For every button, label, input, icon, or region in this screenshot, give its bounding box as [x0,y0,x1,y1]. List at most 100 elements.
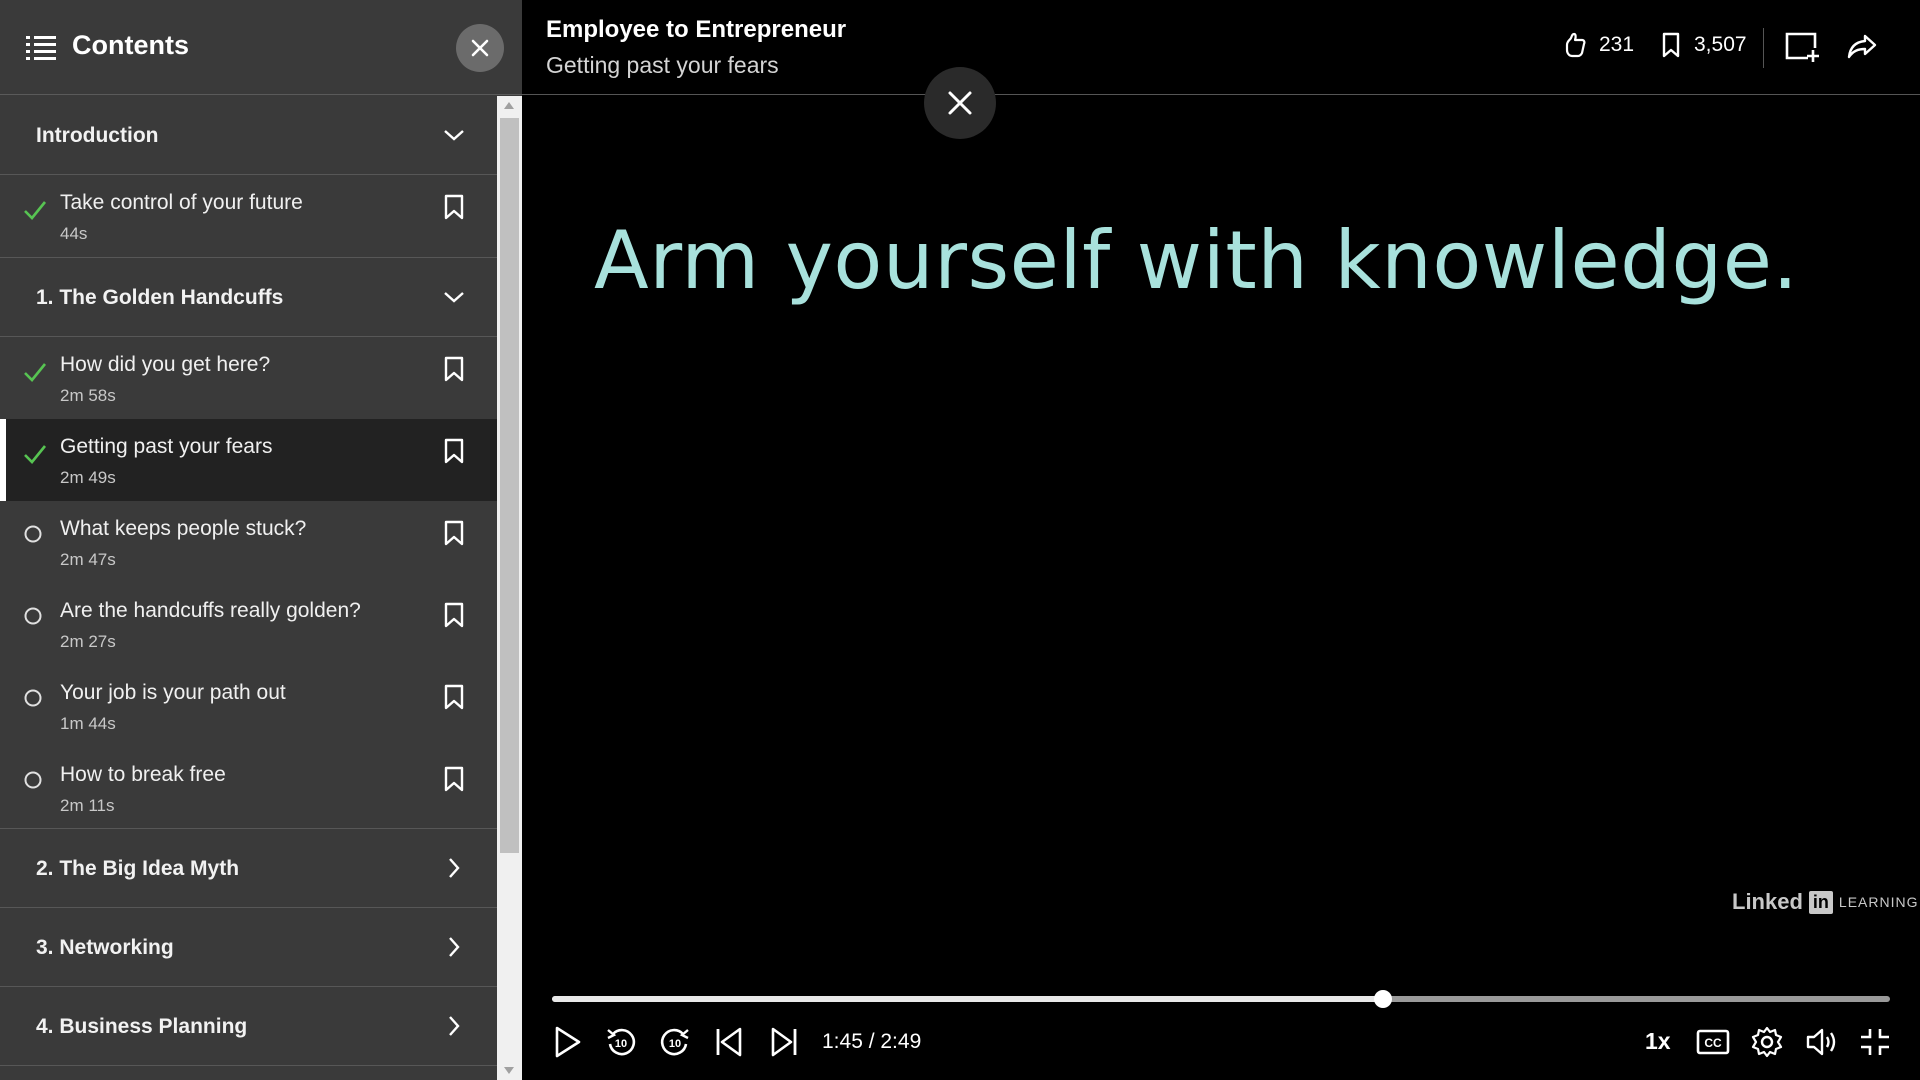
sidebar-title: Contents [72,30,189,60]
list-item-how-did-you-get-here[interactable]: How did you get here? 2m 58s [0,337,497,419]
section-label: 3. Networking [36,936,174,959]
svg-text:CC: CC [1704,1036,1722,1050]
check-icon [24,363,47,382]
playback-speed-button[interactable]: 1x [1645,1028,1671,1055]
section-business-planning[interactable]: 4. Business Planning [0,987,497,1066]
rewind-10-icon: 10 [607,1028,636,1056]
list-item-take-control[interactable]: Take control of your future 44s [0,175,497,258]
section-golden-handcuffs[interactable]: 1. The Golden Handcuffs [0,258,497,337]
list-item-how-to-break-free[interactable]: How to break free 2m 11s [0,747,497,829]
section-label: 1. The Golden Handcuffs [36,286,284,309]
exit-fullscreen-button[interactable] [1855,1020,1895,1064]
like-icon [1565,32,1586,58]
progress-bar[interactable] [552,990,1890,1008]
previous-icon [716,1027,742,1057]
item-duration: 2m 11s [60,796,115,815]
forward-10-icon: 10 [660,1028,689,1056]
course-title[interactable]: Employee to Entrepreneur [546,16,846,44]
bookmark-icon[interactable] [443,684,465,710]
circle-icon [24,689,42,707]
video-header: Employee to Entrepreneur Getting past yo… [522,0,1920,95]
item-title: Getting past your fears [60,435,273,458]
bookmark-icon[interactable] [443,438,465,464]
chevron-down-icon [444,130,464,141]
close-icon [948,91,972,115]
volume-icon [1806,1028,1836,1056]
circle-icon [24,771,42,789]
list-icon [26,36,56,60]
header-divider [1763,28,1764,68]
chevron-right-icon [449,1016,460,1036]
rewind-10-button[interactable]: 10 [601,1020,641,1064]
section-introduction[interactable]: Introduction [0,96,497,175]
captions-icon: CC [1696,1029,1730,1055]
next-icon [771,1027,797,1057]
item-duration: 2m 27s [60,632,116,651]
circle-icon [24,607,42,625]
previous-button[interactable] [709,1020,749,1064]
svg-text:10: 10 [615,1038,627,1050]
sidebar-header: Contents [0,0,522,95]
sidebar-scrollbar[interactable] [497,96,522,1080]
svg-text:10: 10 [669,1038,681,1050]
captions-button[interactable]: CC [1693,1020,1733,1064]
share-icon[interactable] [1844,30,1880,64]
list-item-getting-past-your-fears[interactable]: Getting past your fears 2m 49s [0,419,497,501]
chevron-down-icon [444,292,464,303]
section-big-idea-myth[interactable]: 2. The Big Idea Myth [0,829,497,908]
scroll-down-arrow[interactable] [504,1067,514,1074]
time-display: 1:45 / 2:49 [822,1030,922,1053]
play-button[interactable] [548,1020,588,1064]
save-button[interactable]: 3,507 [1658,32,1747,58]
section-networking[interactable]: 3. Networking [0,908,497,987]
bookmark-icon[interactable] [443,194,465,220]
chevron-right-icon [449,858,460,878]
item-duration: 2m 49s [60,468,116,487]
scrollbar-thumb[interactable] [500,118,519,853]
video-player[interactable]: Arm yourself with knowledge. Linked in L… [522,96,1920,1080]
item-title: Take control of your future [60,191,303,214]
like-button[interactable]: 231 [1563,32,1634,58]
progress-played [552,996,1383,1002]
item-duration: 2m 47s [60,550,116,569]
bookmark-icon[interactable] [443,766,465,792]
section-label: 2. The Big Idea Myth [36,857,240,880]
list-item-your-job-is-your-path-out[interactable]: Your job is your path out 1m 44s [0,665,497,747]
like-count: 231 [1599,33,1635,56]
close-sidebar-button[interactable] [456,24,504,72]
volume-button[interactable] [1802,1020,1842,1064]
circle-icon [24,525,42,543]
next-button[interactable] [764,1020,804,1064]
watermark-in: in [1808,890,1833,914]
settings-icon [1751,1026,1783,1058]
add-to-collection-icon[interactable] [1784,30,1820,64]
exit-fullscreen-icon [1861,1029,1889,1055]
watermark-learning: LEARNING [1838,894,1919,910]
check-icon [24,201,47,220]
bookmark-icon[interactable] [443,602,465,628]
chevron-right-icon [449,937,460,957]
bookmark-icon[interactable] [443,356,465,382]
forward-10-button[interactable]: 10 [655,1020,695,1064]
close-overlay-button[interactable] [924,67,996,139]
play-icon [555,1026,581,1058]
item-title: Are the handcuffs really golden? [60,599,361,622]
bookmark-icon[interactable] [443,520,465,546]
slide-text: Arm yourself with knowledge. [594,214,1799,307]
item-duration: 44s [60,224,88,243]
contents-sidebar: Contents Introduction Take control of yo… [0,0,522,1080]
item-title: How did you get here? [60,353,271,376]
section-label: Introduction [36,124,159,147]
bookmark-icon [1662,32,1680,58]
progress-scrubber[interactable] [1373,990,1392,1008]
linkedin-learning-watermark: Linked in LEARNING [1732,889,1918,915]
section-label: 4. Business Planning [36,1015,248,1038]
list-item-handcuffs-really-golden[interactable]: Are the handcuffs really golden? 2m 27s [0,583,497,665]
scroll-up-arrow[interactable] [504,102,514,109]
table-of-contents: Introduction Take control of your future… [0,96,497,1080]
check-icon [24,445,47,464]
item-title: What keeps people stuck? [60,517,307,540]
settings-button[interactable] [1747,1020,1787,1064]
save-count: 3,507 [1694,33,1747,56]
list-item-what-keeps-people-stuck[interactable]: What keeps people stuck? 2m 47s [0,501,497,583]
